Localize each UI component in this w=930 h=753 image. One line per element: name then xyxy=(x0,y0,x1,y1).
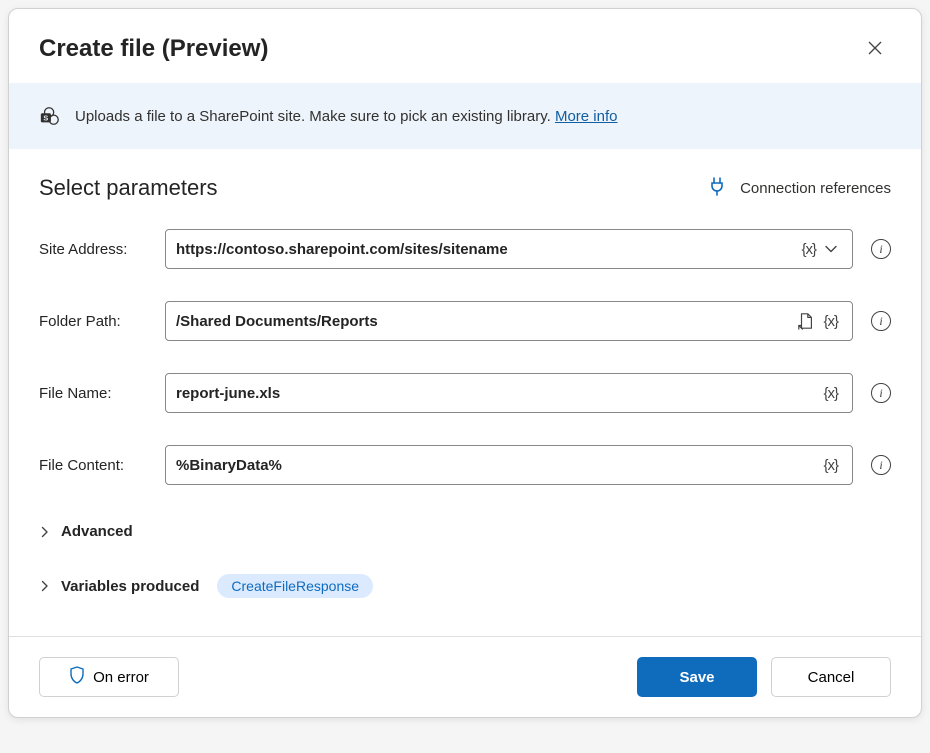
chevron-down-icon[interactable] xyxy=(820,239,842,259)
on-error-label: On error xyxy=(93,669,149,686)
folder-path-input-wrap: {x} xyxy=(165,301,853,341)
chevron-right-icon xyxy=(39,526,51,538)
dialog-title: Create file (Preview) xyxy=(39,35,268,63)
dialog-body: Select parameters Connection references … xyxy=(9,149,921,636)
plug-icon xyxy=(708,176,726,200)
connection-references-label: Connection references xyxy=(740,180,891,197)
variable-picker-icon[interactable]: {x} xyxy=(819,382,842,405)
select-parameters-title: Select parameters xyxy=(39,175,218,201)
site-address-input-wrap: {x} xyxy=(165,229,853,269)
more-info-link[interactable]: More info xyxy=(555,108,618,125)
variables-produced-label: Variables produced xyxy=(61,578,199,595)
dialog-header: Create file (Preview) xyxy=(9,9,921,83)
info-icon[interactable]: i xyxy=(871,239,891,259)
create-file-dialog: Create file (Preview) S Uploads a file t… xyxy=(8,8,922,718)
file-content-input-wrap: {x} xyxy=(165,445,853,485)
cancel-button[interactable]: Cancel xyxy=(771,657,891,697)
info-icon[interactable]: i xyxy=(871,383,891,403)
file-content-input[interactable] xyxy=(176,457,819,474)
variable-picker-icon[interactable]: {x} xyxy=(819,310,842,333)
folder-path-label: Folder Path: xyxy=(39,313,151,330)
file-name-input-wrap: {x} xyxy=(165,373,853,413)
info-text-body: Uploads a file to a SharePoint site. Mak… xyxy=(75,108,555,125)
svg-text:S: S xyxy=(43,114,48,123)
connection-references-button[interactable]: Connection references xyxy=(708,176,891,200)
file-name-row: File Name: {x} i xyxy=(39,373,891,413)
sharepoint-connector-icon: S xyxy=(39,105,61,127)
folder-path-row: Folder Path: {x} i xyxy=(39,301,891,341)
variable-picker-icon[interactable]: {x} xyxy=(819,454,842,477)
file-content-label: File Content: xyxy=(39,457,151,474)
variable-badge[interactable]: CreateFileResponse xyxy=(217,574,373,598)
file-name-input[interactable] xyxy=(176,385,819,402)
params-header: Select parameters Connection references xyxy=(39,175,891,201)
advanced-toggle[interactable]: Advanced xyxy=(39,517,891,546)
site-address-input[interactable] xyxy=(176,241,797,258)
info-icon[interactable]: i xyxy=(871,311,891,331)
variable-picker-icon[interactable]: {x} xyxy=(797,238,820,261)
shield-icon xyxy=(69,666,85,688)
close-button[interactable] xyxy=(859,33,891,65)
site-address-row: Site Address: {x} i xyxy=(39,229,891,269)
advanced-label: Advanced xyxy=(61,523,133,540)
site-address-label: Site Address: xyxy=(39,241,151,258)
folder-path-input[interactable] xyxy=(176,313,793,330)
file-picker-icon[interactable] xyxy=(793,309,819,333)
info-icon[interactable]: i xyxy=(871,455,891,475)
info-text: Uploads a file to a SharePoint site. Mak… xyxy=(75,108,618,125)
variables-produced-toggle[interactable]: Variables produced CreateFileResponse xyxy=(39,568,891,604)
info-bar: S Uploads a file to a SharePoint site. M… xyxy=(9,83,921,149)
file-name-label: File Name: xyxy=(39,385,151,402)
chevron-right-icon xyxy=(39,580,51,592)
close-icon xyxy=(867,40,883,59)
on-error-button[interactable]: On error xyxy=(39,657,179,697)
save-button[interactable]: Save xyxy=(637,657,757,697)
dialog-footer: On error Save Cancel xyxy=(9,636,921,717)
file-content-row: File Content: {x} i xyxy=(39,445,891,485)
